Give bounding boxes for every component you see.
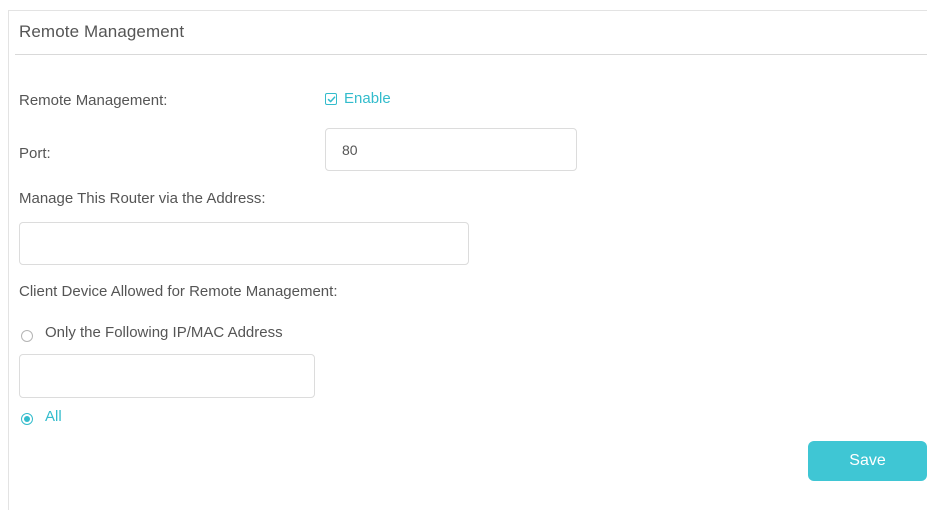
radio-only-following[interactable] <box>21 330 33 342</box>
enable-checkbox[interactable] <box>325 93 337 105</box>
remote-management-label: Remote Management: <box>19 92 168 109</box>
save-button[interactable]: Save <box>808 441 927 481</box>
client-device-label: Client Device Allowed for Remote Managem… <box>19 283 338 300</box>
section-title: Remote Management <box>19 22 185 41</box>
radio-all[interactable] <box>21 413 33 425</box>
only-following-label[interactable]: Only the Following IP/MAC Address <box>45 324 283 341</box>
title-divider <box>15 54 927 55</box>
port-input[interactable] <box>325 128 577 171</box>
checkmark-icon <box>327 96 336 103</box>
address-input[interactable] <box>19 222 469 265</box>
enable-label[interactable]: Enable <box>344 90 391 107</box>
port-label: Port: <box>19 145 51 162</box>
ip-mac-input[interactable] <box>19 354 315 398</box>
radio-selected-dot <box>24 416 30 422</box>
address-label: Manage This Router via the Address: <box>19 190 266 207</box>
all-label[interactable]: All <box>45 408 62 425</box>
